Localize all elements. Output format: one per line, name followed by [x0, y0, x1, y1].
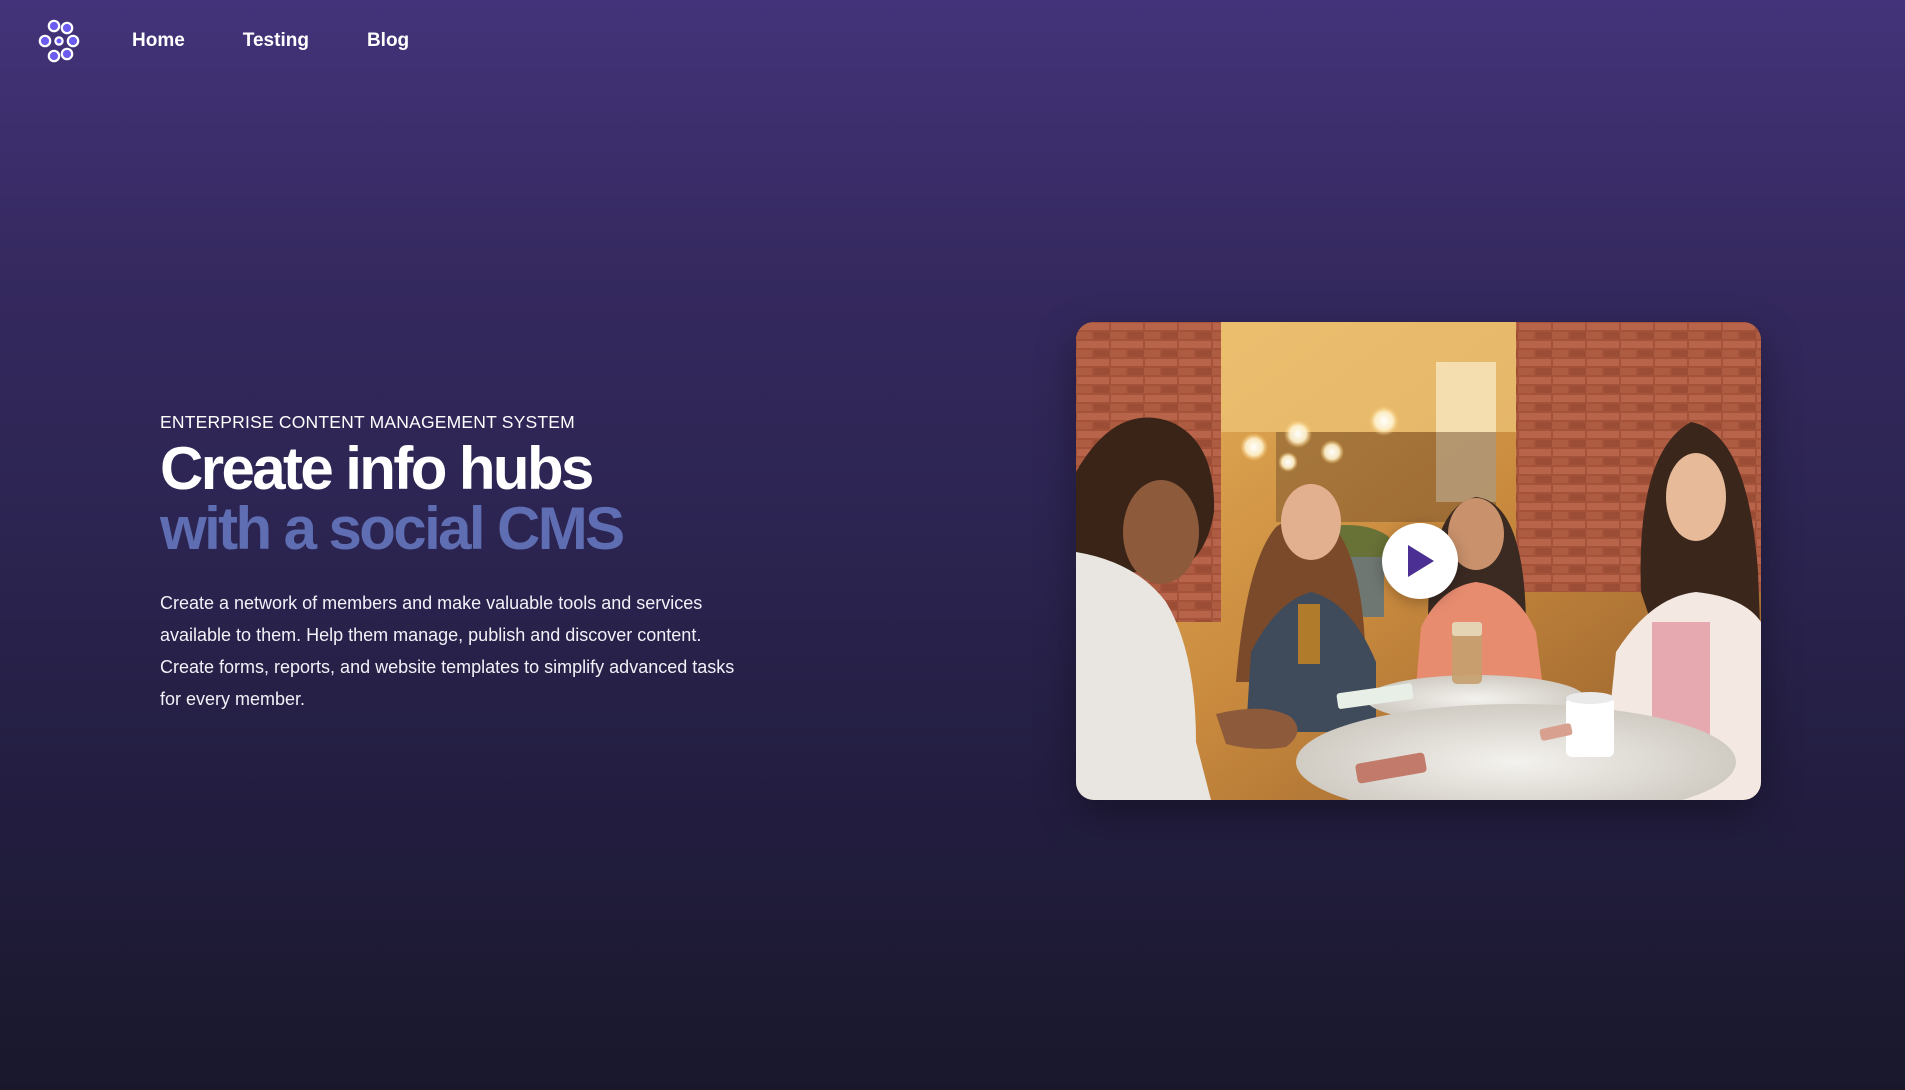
- hero-text: ENTERPRISE CONTENT MANAGEMENT SYSTEM Cre…: [160, 412, 780, 715]
- nav-home-link[interactable]: Home: [103, 22, 214, 60]
- hero-headline-line1: Create info hubs: [160, 435, 594, 502]
- site-header: Home Testing Blog: [0, 0, 1905, 82]
- nav-blog-link[interactable]: Blog: [338, 22, 438, 60]
- nav-testing-link[interactable]: Testing: [214, 22, 338, 60]
- hero-description: Create a network of members and make val…: [160, 593, 735, 709]
- hero-headline-line2: with a social CMS: [160, 495, 625, 562]
- hero-video[interactable]: [1076, 322, 1761, 800]
- play-button[interactable]: [1382, 523, 1458, 599]
- hero-headline: Create info hubs with a social CMS: [160, 439, 780, 559]
- play-icon: [1408, 545, 1434, 577]
- main-nav: Home Testing Blog: [103, 22, 438, 60]
- molecule-logo-icon[interactable]: [37, 19, 81, 63]
- hero-eyebrow: ENTERPRISE CONTENT MANAGEMENT SYSTEM: [160, 412, 575, 432]
